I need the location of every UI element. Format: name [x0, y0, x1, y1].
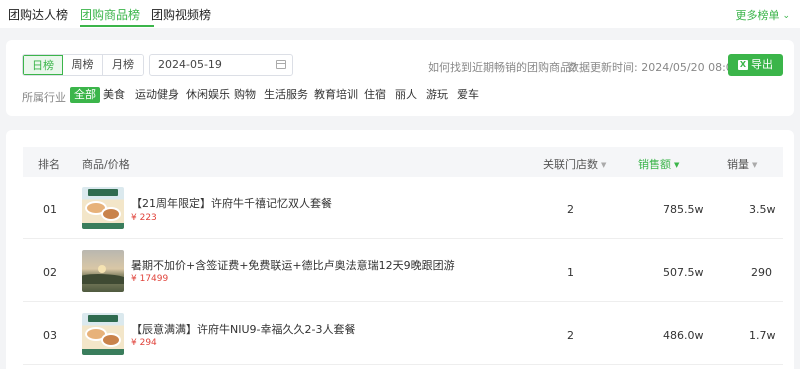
row-rank: 01 [43, 203, 57, 216]
thumbnail-badge [88, 315, 118, 322]
row-rank: 03 [43, 329, 57, 342]
row-sales-qty: 3.5w [749, 203, 776, 216]
row-sales-amount: 507.5w [663, 266, 704, 279]
product-name[interactable]: 暑期不加价+含签证费+免费联运+德比卢奥法意瑞12天9晚跟团游 [131, 257, 455, 273]
column-sales-qty-label: 销量 [727, 158, 749, 171]
active-tab-indicator [80, 25, 154, 27]
sort-caret-icon: ▼ [674, 161, 680, 169]
column-rank: 排名 [38, 158, 60, 171]
thumbnail-sun [98, 265, 106, 273]
column-stores-label: 关联门店数 [543, 158, 598, 171]
industry-chip-life-service[interactable]: 生活服务 [264, 87, 308, 103]
export-button[interactable]: X 导出 [728, 54, 783, 76]
industry-chip-shopping[interactable]: 购物 [234, 87, 256, 103]
column-stores[interactable]: 关联门店数 ▼ [543, 156, 606, 172]
industry-label: 所属行业 [22, 91, 66, 104]
column-sales-amount[interactable]: 销售额 ▼ [638, 156, 679, 172]
period-daily-button[interactable]: 日榜 [23, 55, 63, 75]
product-name[interactable]: 【21周年限定】许府牛千禧记忆双人套餐 [131, 195, 332, 211]
tab-video-ranking[interactable]: 团购视频榜 [151, 6, 211, 23]
industry-chip-fitness[interactable]: 运动健身 [135, 87, 179, 103]
industry-chip-beauty[interactable]: 丽人 [395, 87, 417, 103]
industry-chip-lodging[interactable]: 住宿 [364, 87, 386, 103]
row-sales-qty: 290 [751, 266, 772, 279]
product-thumbnail[interactable] [82, 187, 124, 229]
more-rankings-link[interactable]: 更多榜单 ⌄ [735, 7, 790, 23]
row-stores: 2 [567, 329, 574, 342]
column-sales-amount-label: 销售额 [638, 158, 671, 171]
product-thumbnail[interactable] [82, 313, 124, 355]
thumbnail-badge [88, 189, 118, 196]
period-monthly-button[interactable]: 月榜 [103, 55, 143, 75]
tab-product-ranking[interactable]: 团购商品榜 [80, 6, 140, 23]
more-rankings-label: 更多榜单 [735, 9, 780, 22]
thumbnail-dish [101, 333, 121, 347]
thumbnail-dish [101, 207, 121, 221]
thumbnail-landscape [82, 274, 124, 284]
industry-chip-food[interactable]: 美食 [103, 87, 125, 103]
column-product: 商品/价格 [82, 158, 130, 171]
sort-caret-icon: ▼ [601, 161, 607, 169]
ranking-tab-bar: 团购达人榜 团购商品榜 团购视频榜 更多榜单 ⌄ [0, 0, 800, 28]
table-header: 排名 商品/价格 关联门店数 ▼ 销售额 ▼ 销量 ▼ [23, 147, 783, 177]
row-rank: 02 [43, 266, 57, 279]
period-weekly-button[interactable]: 周榜 [63, 55, 103, 75]
industry-chip-travel[interactable]: 游玩 [426, 87, 448, 103]
help-link[interactable]: 如何找到近期畅销的团购商品? [428, 59, 577, 75]
row-stores: 2 [567, 203, 574, 216]
product-price: ¥ 17499 [131, 274, 169, 284]
table-row[interactable]: 03 【辰意满满】许府牛NIU9-幸福久久2-3人套餐 ¥ 294 2 486.… [23, 303, 783, 365]
date-value: 2024-05-19 [158, 58, 222, 71]
industry-chip-education[interactable]: 教育培训 [314, 87, 358, 103]
thumbnail-banner [82, 223, 124, 229]
date-picker[interactable]: 2024-05-19 [149, 54, 293, 76]
row-stores: 1 [567, 266, 574, 279]
industry-chip-all[interactable]: 全部 [70, 87, 100, 103]
chevron-down-icon: ⌄ [782, 11, 790, 21]
product-price: ¥ 223 [131, 213, 157, 223]
sort-caret-icon: ▼ [752, 161, 758, 169]
ranking-table: 排名 商品/价格 关联门店数 ▼ 销售额 ▼ 销量 ▼ 01 【21周年限定】许府牛千… [6, 130, 794, 369]
export-label: 导出 [751, 58, 773, 71]
product-name[interactable]: 【辰意满满】许府牛NIU9-幸福久久2-3人套餐 [131, 321, 355, 337]
excel-icon: X [738, 60, 748, 70]
column-sales-qty[interactable]: 销量 ▼ [727, 156, 757, 172]
industry-chip-car[interactable]: 爱车 [457, 87, 479, 103]
filter-panel: 日榜 周榜 月榜 2024-05-19 如何找到近期畅销的团购商品? 数据更新时… [6, 40, 794, 116]
row-sales-amount: 785.5w [663, 203, 704, 216]
product-thumbnail[interactable] [82, 250, 124, 292]
row-sales-qty: 1.7w [749, 329, 776, 342]
period-selector: 日榜 周榜 月榜 [22, 54, 144, 76]
thumbnail-banner [82, 349, 124, 355]
row-sales-amount: 486.0w [663, 329, 704, 342]
tab-creator-ranking[interactable]: 团购达人榜 [8, 6, 68, 23]
calendar-icon[interactable] [276, 60, 286, 69]
industry-chip-leisure[interactable]: 休闲娱乐 [186, 87, 230, 103]
table-row[interactable]: 02 暑期不加价+含签证费+免费联运+德比卢奥法意瑞12天9晚跟团游 ¥ 174… [23, 240, 783, 302]
table-row[interactable]: 01 【21周年限定】许府牛千禧记忆双人套餐 ¥ 223 2 785.5w 3.… [23, 177, 783, 239]
product-price: ¥ 294 [131, 338, 157, 348]
